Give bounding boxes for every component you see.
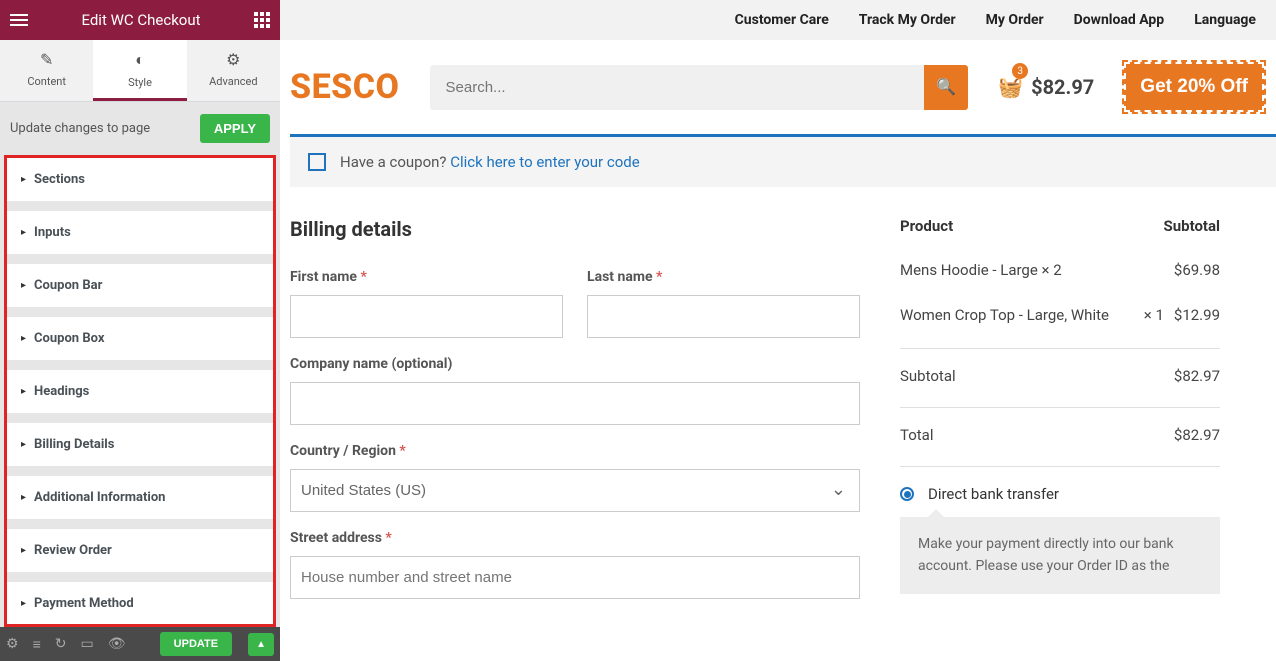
top-nav: Customer Care Track My Order My Order Do… xyxy=(280,0,1276,40)
summary-item: Women Crop Top - Large, White × 1 $12.99 xyxy=(900,304,1220,327)
summary-item: Mens Hoodie - Large × 2 $69.98 xyxy=(900,259,1220,282)
cart-summary[interactable]: 3 🧺 $82.97 xyxy=(998,75,1094,99)
street-input[interactable] xyxy=(290,556,860,599)
cart-count-badge: 3 xyxy=(1012,63,1028,79)
billing-column: Billing details First name * Last name *… xyxy=(290,217,860,599)
summary-total: Total $82.97 xyxy=(900,426,1220,444)
summary-head-product: Product xyxy=(900,217,953,235)
apps-grid-icon[interactable] xyxy=(254,12,270,28)
settings-icon[interactable]: ⚙ xyxy=(6,636,19,652)
section-headings[interactable]: ▸Headings xyxy=(7,370,273,413)
contrast-icon: ◐ xyxy=(93,50,186,70)
panel-tabs: ✎ Content ◐ Style ⚙ Advanced xyxy=(0,40,280,102)
coupon-bar: Have a coupon? Click here to enter your … xyxy=(290,134,1276,187)
promo-button[interactable]: Get 20% Off xyxy=(1124,62,1264,112)
section-billing-details[interactable]: ▸Billing Details xyxy=(7,423,273,466)
caret-right-icon: ▸ xyxy=(21,174,26,185)
section-additional-information[interactable]: ▸Additional Information xyxy=(7,476,273,519)
panel-footer: ⚙ ≡ ↻ ▭ 👁 UPDATE ▲ xyxy=(0,627,280,661)
payment-option-bank-transfer[interactable]: Direct bank transfer xyxy=(900,485,1220,503)
caret-right-icon: ▸ xyxy=(21,598,26,609)
apply-text: Update changes to page xyxy=(10,121,150,136)
brand-logo[interactable]: SESCO xyxy=(290,67,400,107)
section-inputs[interactable]: ▸Inputs xyxy=(7,211,273,254)
tab-style[interactable]: ◐ Style xyxy=(93,40,186,101)
pencil-icon: ✎ xyxy=(0,50,93,69)
navigator-icon[interactable]: ≡ xyxy=(33,636,41,653)
order-summary: Product Subtotal Mens Hoodie - Large × 2… xyxy=(900,217,1240,599)
summary-head-subtotal: Subtotal xyxy=(1164,217,1221,235)
last-name-input[interactable] xyxy=(587,295,860,338)
search-input[interactable] xyxy=(430,65,925,110)
section-payment-method[interactable]: ▸Payment Method xyxy=(7,582,273,625)
style-sections-list: ▸Sections ▸Inputs ▸Coupon Bar ▸Coupon Bo… xyxy=(4,155,276,627)
responsive-icon[interactable]: ▭ xyxy=(80,636,93,652)
coupon-link[interactable]: Click here to enter your code xyxy=(450,153,639,171)
caret-right-icon: ▸ xyxy=(21,386,26,397)
preview-area: Customer Care Track My Order My Order Do… xyxy=(280,0,1276,661)
nav-download-app[interactable]: Download App xyxy=(1074,12,1165,28)
country-select[interactable] xyxy=(290,469,860,512)
summary-subtotal: Subtotal $82.97 xyxy=(900,367,1220,385)
caret-right-icon: ▸ xyxy=(21,227,26,238)
caret-right-icon: ▸ xyxy=(21,492,26,503)
payment-description: Make your payment directly into our bank… xyxy=(900,517,1220,594)
tab-content[interactable]: ✎ Content xyxy=(0,40,93,101)
apply-row: Update changes to page APPLY xyxy=(0,102,280,155)
company-label: Company name (optional) xyxy=(290,356,860,372)
country-label: Country / Region * xyxy=(290,443,860,459)
tab-advanced[interactable]: ⚙ Advanced xyxy=(187,40,280,101)
hamburger-icon[interactable] xyxy=(10,14,28,26)
first-name-input[interactable] xyxy=(290,295,563,338)
section-coupon-bar[interactable]: ▸Coupon Bar xyxy=(7,264,273,307)
coupon-text: Have a coupon? Click here to enter your … xyxy=(340,153,640,171)
site-header: SESCO 🔍 3 🧺 $82.97 Get 20% Off xyxy=(280,40,1276,134)
radio-checked-icon xyxy=(900,487,914,501)
gear-icon: ⚙ xyxy=(187,50,280,69)
coupon-icon xyxy=(308,153,326,171)
preview-icon[interactable]: 👁 xyxy=(108,636,126,652)
editor-panel: Edit WC Checkout ✎ Content ◐ Style ⚙ Adv… xyxy=(0,0,280,661)
apply-button[interactable]: APPLY xyxy=(200,114,270,143)
caret-right-icon: ▸ xyxy=(21,545,26,556)
panel-title: Edit WC Checkout xyxy=(28,11,254,29)
caret-right-icon: ▸ xyxy=(21,333,26,344)
update-button[interactable]: UPDATE xyxy=(160,632,232,656)
nav-track-order[interactable]: Track My Order xyxy=(859,12,956,28)
nav-language[interactable]: Language xyxy=(1194,12,1256,28)
search-button[interactable]: 🔍 xyxy=(924,65,968,110)
nav-customer-care[interactable]: Customer Care xyxy=(735,12,829,28)
section-sections[interactable]: ▸Sections xyxy=(7,158,273,201)
panel-header: Edit WC Checkout xyxy=(0,0,280,40)
caret-right-icon: ▸ xyxy=(21,280,26,291)
company-input[interactable] xyxy=(290,382,860,425)
section-coupon-box[interactable]: ▸Coupon Box xyxy=(7,317,273,360)
street-label: Street address * xyxy=(290,530,860,546)
last-name-label: Last name * xyxy=(587,269,860,285)
checkout-columns: Billing details First name * Last name *… xyxy=(280,217,1276,599)
nav-my-order[interactable]: My Order xyxy=(986,12,1044,28)
search-wrap: 🔍 xyxy=(430,65,969,110)
section-review-order[interactable]: ▸Review Order xyxy=(7,529,273,572)
update-options-button[interactable]: ▲ xyxy=(248,633,274,656)
billing-title: Billing details xyxy=(290,217,860,241)
search-icon: 🔍 xyxy=(936,79,956,96)
first-name-label: First name * xyxy=(290,269,563,285)
history-icon[interactable]: ↻ xyxy=(55,636,67,652)
caret-right-icon: ▸ xyxy=(21,439,26,450)
cart-total: $82.97 xyxy=(1031,75,1094,99)
